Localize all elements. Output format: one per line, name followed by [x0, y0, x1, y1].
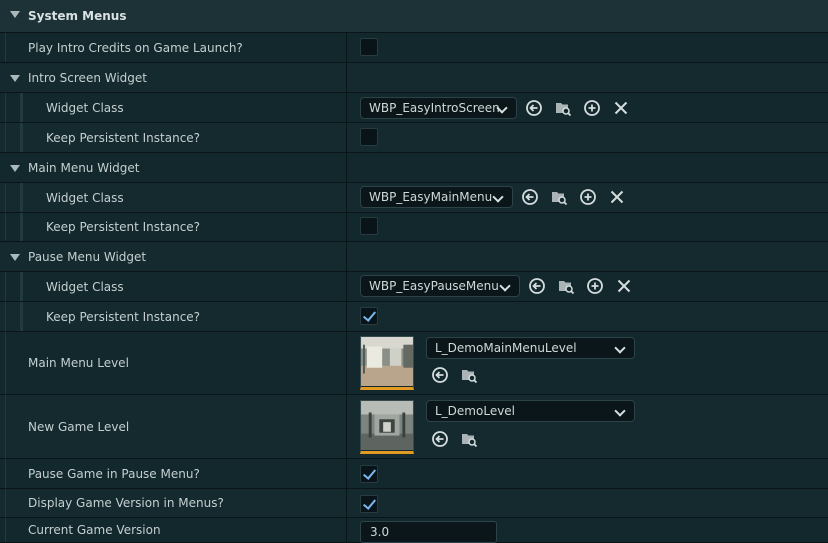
browse-folder-icon[interactable] [460, 366, 478, 384]
pause-game-checkbox[interactable] [360, 465, 378, 483]
chevron-down-icon [614, 342, 626, 354]
collapse-arrow-icon[interactable] [10, 11, 20, 18]
use-selected-arrow-icon[interactable] [431, 366, 449, 384]
main-persistent-checkbox[interactable] [360, 217, 378, 235]
details-panel: System Menus Play Intro Credits on Game … [0, 0, 828, 543]
chevron-down-icon [614, 405, 626, 417]
collapse-arrow-icon[interactable] [10, 74, 20, 82]
chevron-down-icon [499, 280, 511, 292]
row-main-widget-class: Widget Class WBP_EasyMainMenu [0, 183, 828, 213]
main-widget-class-combo[interactable]: WBP_EasyMainMenu [360, 186, 513, 208]
display-version-label: Display Game Version in Menus? [28, 496, 224, 510]
play-intro-label: Play Intro Credits on Game Launch? [28, 40, 243, 55]
collapse-arrow-icon[interactable] [10, 164, 20, 172]
row-intro-widget-class: Widget Class WBP_EasyIntroScreen [0, 93, 828, 123]
group-intro-screen-widget[interactable]: Intro Screen Widget [0, 63, 828, 93]
group-main-menu-widget[interactable]: Main Menu Widget [0, 153, 828, 183]
add-circle-icon[interactable] [583, 99, 601, 117]
intro-persistent-checkbox[interactable] [360, 128, 378, 146]
main-widget-label: Main Menu Widget [28, 160, 140, 175]
browse-folder-icon[interactable] [550, 188, 568, 206]
row-pause-widget-class: Widget Class WBP_EasyPauseMenu [0, 272, 828, 302]
pause-game-label: Pause Game in Pause Menu? [28, 466, 200, 481]
add-circle-icon[interactable] [586, 277, 604, 295]
combo-value: WBP_EasyMainMenu [369, 190, 493, 204]
main-menu-level-combo[interactable]: L_DemoMainMenuLevel [426, 337, 635, 359]
browse-folder-icon[interactable] [460, 430, 478, 448]
level-preview-image [361, 401, 413, 450]
pause-persistent-checkbox[interactable] [360, 307, 378, 325]
row-intro-persistent: Keep Persistent Instance? [0, 123, 828, 153]
current-version-input[interactable]: 3.0 [360, 521, 497, 543]
row-main-menu-level: Main Menu Level L_DemoMainMenuLevel [0, 332, 828, 395]
level-thumbnail[interactable] [360, 400, 414, 454]
use-selected-arrow-icon[interactable] [521, 188, 539, 206]
chevron-down-icon [492, 191, 504, 203]
persistent-label: Keep Persistent Instance? [46, 130, 201, 145]
combo-value: L_DemoLevel [435, 404, 516, 418]
intro-widget-class-combo[interactable]: WBP_EasyIntroScreen [360, 97, 517, 119]
add-circle-icon[interactable] [579, 188, 597, 206]
browse-folder-icon[interactable] [557, 277, 575, 295]
group-pause-menu-widget[interactable]: Pause Menu Widget [0, 242, 828, 272]
level-preview-image [361, 337, 413, 386]
browse-folder-icon[interactable] [554, 99, 572, 117]
use-selected-arrow-icon[interactable] [528, 277, 546, 295]
collapse-arrow-icon[interactable] [10, 253, 20, 261]
clear-x-icon[interactable] [612, 99, 630, 117]
widget-class-label: Widget Class [46, 100, 124, 115]
intro-widget-label: Intro Screen Widget [28, 70, 148, 85]
new-game-level-label: New Game Level [28, 419, 130, 434]
row-current-version: Current Game Version 3.0 [0, 518, 828, 543]
section-header-system-menus[interactable]: System Menus [0, 0, 828, 33]
use-selected-arrow-icon[interactable] [525, 99, 543, 117]
new-game-level-combo[interactable]: L_DemoLevel [426, 400, 635, 422]
pause-widget-label: Pause Menu Widget [28, 249, 147, 264]
pause-widget-class-combo[interactable]: WBP_EasyPauseMenu [360, 275, 520, 297]
row-display-version: Display Game Version in Menus? [0, 489, 828, 518]
widget-class-label: Widget Class [46, 279, 124, 294]
combo-value: WBP_EasyIntroScreen [369, 101, 500, 115]
row-play-intro: Play Intro Credits on Game Launch? [0, 33, 828, 63]
persistent-label: Keep Persistent Instance? [46, 220, 201, 234]
row-pause-persistent: Keep Persistent Instance? [0, 302, 828, 332]
combo-value: WBP_EasyPauseMenu [369, 279, 499, 293]
persistent-label: Keep Persistent Instance? [46, 309, 201, 324]
display-version-checkbox[interactable] [360, 495, 378, 513]
use-selected-arrow-icon[interactable] [431, 430, 449, 448]
clear-x-icon[interactable] [615, 277, 633, 295]
row-new-game-level: New Game Level L_DemoLevel [0, 395, 828, 459]
clear-x-icon[interactable] [608, 188, 626, 206]
main-menu-level-label: Main Menu Level [28, 356, 129, 370]
current-version-label: Current Game Version [28, 523, 161, 537]
level-thumbnail[interactable] [360, 336, 414, 390]
row-pause-game: Pause Game in Pause Menu? [0, 459, 828, 489]
section-title: System Menus [28, 9, 127, 23]
play-intro-checkbox[interactable] [360, 38, 378, 56]
row-main-persistent: Keep Persistent Instance? [0, 213, 828, 242]
widget-class-label: Widget Class [46, 190, 124, 205]
combo-value: L_DemoMainMenuLevel [435, 341, 577, 355]
